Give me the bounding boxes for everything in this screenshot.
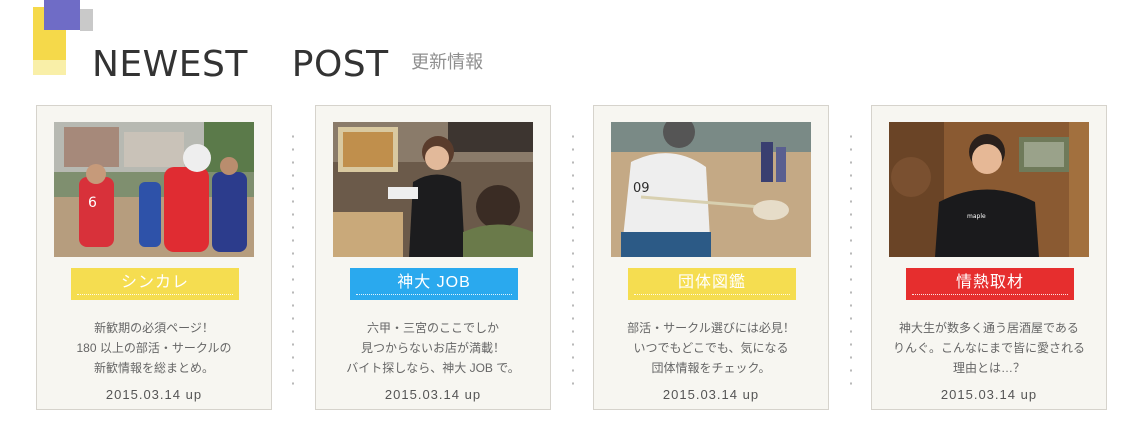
category-label[interactable]: シンカレ xyxy=(71,268,239,300)
dotted-divider xyxy=(850,130,852,385)
description-line: 新歓情報を総まとめ。 xyxy=(93,361,214,375)
section-subtitle: 更新情報 xyxy=(411,52,484,72)
post-description: 新歓期の必須ページ！ 180 以上の部活・サークルの 新歓情報を総まとめ。 xyxy=(37,318,271,378)
section-heading: NEWEST POST 更新情報 xyxy=(92,44,483,85)
post-card-dantai[interactable]: 09 団体図鑑 部活・サークル選びには必見！ いつでもどこでも、気になる 団体情… xyxy=(593,105,829,410)
description-line: いつでもどこでも、気になる xyxy=(633,341,789,355)
description-line: 見つからないお店が満載！ xyxy=(360,341,505,355)
dotted-divider xyxy=(572,130,574,385)
description-line: 新歓期の必須ページ！ xyxy=(94,321,214,335)
post-date: 2015.03.14 up xyxy=(105,387,203,402)
post-card-shuzai[interactable]: maple 情熱取材 神大生が数多く通う居酒屋である りんぐ。こんなにまで皆に愛… xyxy=(871,105,1107,410)
post-photo-restaurant[interactable] xyxy=(333,122,533,257)
svg-text:09: 09 xyxy=(633,181,650,196)
decor-purple-block xyxy=(44,0,80,30)
category-label[interactable]: 神大 JOB xyxy=(350,268,518,300)
category-label[interactable]: 情熱取材 xyxy=(906,268,1074,300)
decor-light-yellow-block xyxy=(33,60,66,75)
post-description: 神大生が数多く通う居酒屋である りんぐ。こんなにまで皆に愛される 理由とは…？ xyxy=(872,318,1106,378)
svg-text:6: 6 xyxy=(88,195,97,211)
description-line: 理由とは…？ xyxy=(952,361,1025,375)
post-photo-lacrosse[interactable]: 09 xyxy=(611,122,811,257)
section-title: NEWEST POST xyxy=(92,44,389,85)
post-date: 2015.03.14 up xyxy=(662,387,760,402)
post-description: 部活・サークル選びには必見！ いつでもどこでも、気になる 団体情報をチェック。 xyxy=(594,318,828,378)
dotted-divider xyxy=(292,130,294,385)
description-line: 団体情報をチェック。 xyxy=(651,361,771,375)
description-line: 部活・サークル選びには必見！ xyxy=(627,321,795,335)
description-line: 六甲・三宮のここでしか xyxy=(366,321,499,335)
description-line: りんぐ。こんなにまで皆に愛される xyxy=(892,341,1085,355)
description-line: 180 以上の部活・サークルの xyxy=(76,341,232,355)
svg-text:maple: maple xyxy=(967,213,986,220)
post-date: 2015.03.14 up xyxy=(940,387,1038,402)
post-date: 2015.03.14 up xyxy=(384,387,482,402)
description-line: 神大生が数多く通う居酒屋である xyxy=(899,321,1079,335)
category-label[interactable]: 団体図鑑 xyxy=(628,268,796,300)
post-card-shinkare[interactable]: 6 シンカレ 新歓期の必須ページ！ 180 以上の部活・サークルの 新歓情報を総… xyxy=(36,105,272,410)
decor-gray-block xyxy=(80,9,93,31)
post-photo-interview[interactable]: maple xyxy=(889,122,1089,257)
description-line: バイト探しなら、神大 JOB で。 xyxy=(346,361,520,375)
post-description: 六甲・三宮のここでしか 見つからないお店が満載！ バイト探しなら、神大 JOB … xyxy=(316,318,550,378)
post-photo-football[interactable]: 6 xyxy=(54,122,254,257)
post-card-job[interactable]: 神大 JOB 六甲・三宮のここでしか 見つからないお店が満載！ バイト探しなら、… xyxy=(315,105,551,410)
